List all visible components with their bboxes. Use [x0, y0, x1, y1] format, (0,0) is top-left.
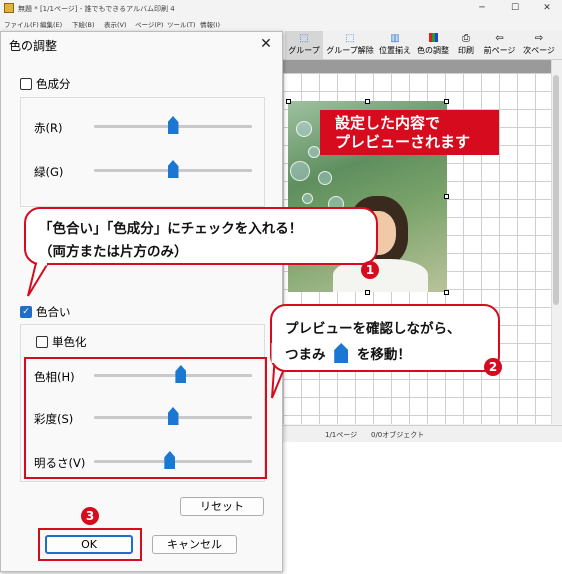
callout-2-tail-cover [271, 343, 275, 363]
step-2-badge: 2 [484, 358, 502, 376]
